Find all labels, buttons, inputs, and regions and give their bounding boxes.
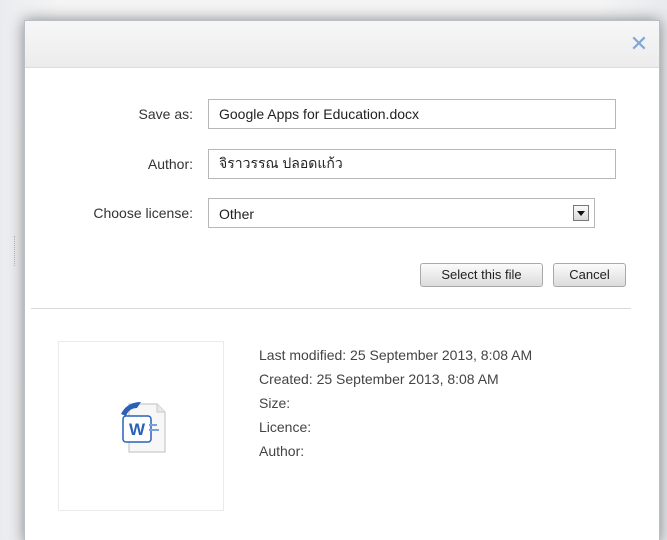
background-artifact	[14, 236, 19, 266]
license-select[interactable]: Other	[208, 198, 595, 228]
save-as-label: Save as:	[138, 106, 193, 122]
file-picker-dialog: ✕ Save as: Author: Choose license: Other…	[24, 20, 660, 540]
author-input[interactable]	[208, 149, 616, 179]
cancel-button[interactable]: Cancel	[553, 263, 626, 287]
license-selected-value: Other	[219, 206, 255, 222]
license-row: Choose license: Other	[25, 198, 659, 230]
close-icon[interactable]: ✕	[629, 34, 649, 56]
file-thumbnail: W	[58, 341, 224, 511]
size-text: Size:	[259, 395, 291, 411]
select-file-button[interactable]: Select this file	[420, 263, 543, 287]
file-details: Last modified: 25 September 2013, 8:08 A…	[259, 343, 532, 463]
licence-text: Licence:	[259, 419, 312, 435]
author-label: Author:	[147, 156, 193, 172]
save-as-input[interactable]	[208, 99, 616, 129]
created-text: Created: 25 September 2013, 8:08 AM	[259, 371, 499, 387]
author-row: Author:	[25, 149, 659, 181]
license-label: Choose license:	[93, 205, 193, 221]
word-document-icon: W	[121, 402, 166, 453]
dialog-header: ✕	[25, 21, 659, 68]
save-as-row: Save as:	[25, 99, 659, 131]
author-detail-text: Author:	[259, 443, 305, 459]
divider	[31, 308, 631, 309]
last-modified-text: Last modified: 25 September 2013, 8:08 A…	[259, 347, 533, 363]
chevron-down-icon[interactable]	[573, 205, 589, 221]
svg-text:W: W	[129, 420, 146, 439]
